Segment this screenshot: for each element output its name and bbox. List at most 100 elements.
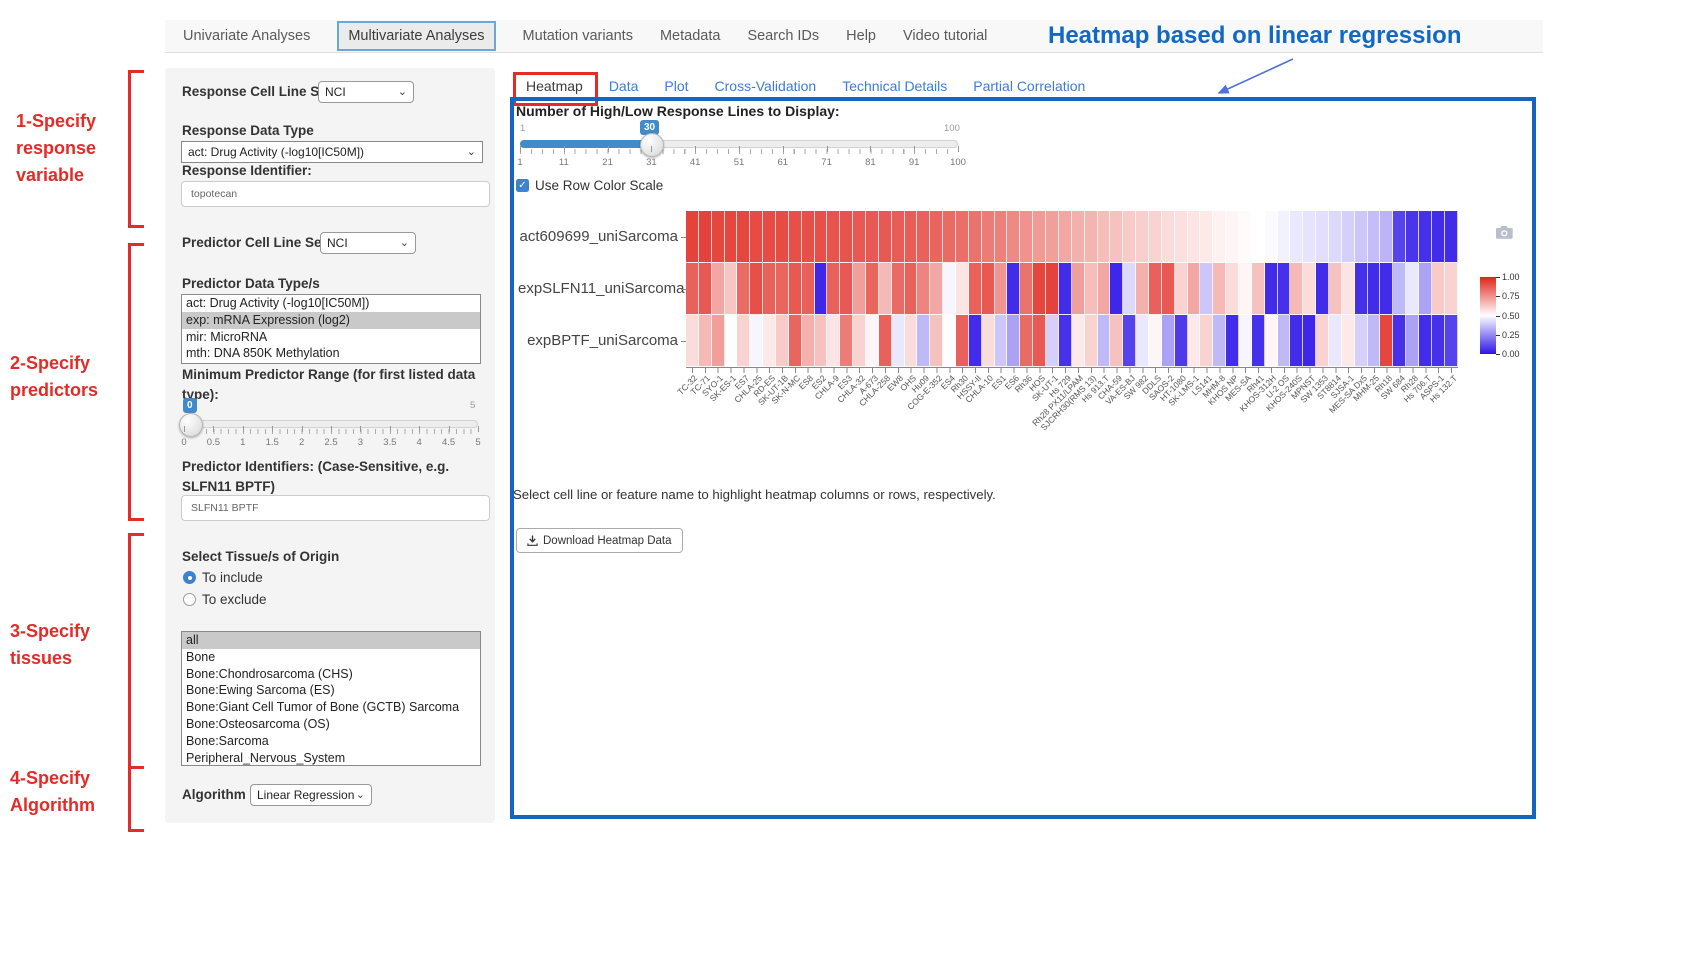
- row-color-scale-checkbox[interactable]: ✓: [516, 179, 529, 192]
- heatmap-cell[interactable]: [1020, 211, 1033, 263]
- heatmap-cell[interactable]: [1252, 315, 1265, 367]
- heatmap-cell[interactable]: [1380, 263, 1393, 315]
- to-exclude-radio[interactable]: [183, 593, 196, 606]
- heatmap-cell[interactable]: [827, 315, 840, 367]
- heatmap-cell[interactable]: [1110, 211, 1123, 263]
- heatmap-cell[interactable]: [1355, 263, 1368, 315]
- heatmap-cell[interactable]: [1419, 211, 1432, 263]
- heatmap-cell[interactable]: [1046, 315, 1059, 367]
- heatmap-cell[interactable]: [1085, 263, 1098, 315]
- nav-item-mutation-variants[interactable]: Mutation variants: [523, 28, 633, 44]
- heatmap-cell[interactable]: [1239, 263, 1252, 315]
- heatmap-row-label[interactable]: expSLFN11_uniSarcoma: [518, 280, 678, 297]
- tissues-listbox[interactable]: allBoneBone:Chondrosarcoma (CHS)Bone:Ewi…: [181, 631, 481, 766]
- heatmap-cell[interactable]: [1123, 315, 1136, 367]
- heatmap-cell[interactable]: [1162, 211, 1175, 263]
- heatmap-cell[interactable]: [1020, 315, 1033, 367]
- heatmap-cell[interactable]: [840, 263, 853, 315]
- heatmap-cell[interactable]: [712, 263, 725, 315]
- predictor-cell-line-set-select[interactable]: NCI ⌄: [320, 232, 416, 254]
- heatmap-cell[interactable]: [815, 263, 828, 315]
- tab-heatmap[interactable]: Heatmap: [526, 78, 583, 94]
- heatmap-cell[interactable]: [827, 211, 840, 263]
- heatmap-cell[interactable]: [1188, 211, 1201, 263]
- heatmap-cell[interactable]: [789, 263, 802, 315]
- heatmap-cell[interactable]: [802, 211, 815, 263]
- heatmap-cell[interactable]: [1136, 263, 1149, 315]
- heatmap-cell[interactable]: [917, 211, 930, 263]
- heatmap-cell[interactable]: [725, 315, 738, 367]
- heatmap-cell[interactable]: [1149, 211, 1162, 263]
- heatmap-cell[interactable]: [982, 315, 995, 367]
- heatmap-cell[interactable]: [1123, 263, 1136, 315]
- nav-item-metadata[interactable]: Metadata: [660, 28, 720, 44]
- heatmap-cell[interactable]: [1303, 315, 1316, 367]
- heatmap-cell[interactable]: [1033, 263, 1046, 315]
- heatmap-cell[interactable]: [699, 263, 712, 315]
- heatmap-cell[interactable]: [1368, 263, 1381, 315]
- heatmap-cell[interactable]: [1110, 315, 1123, 367]
- heatmap-cell[interactable]: [1226, 315, 1239, 367]
- predictor-data-type-option[interactable]: act: Drug Activity (-log10[IC50M]): [182, 295, 480, 312]
- heatmap-cell[interactable]: [853, 211, 866, 263]
- heatmap-cell[interactable]: [1290, 263, 1303, 315]
- heatmap-cell[interactable]: [1226, 263, 1239, 315]
- heatmap-cell[interactable]: [1007, 211, 1020, 263]
- heatmap-cell[interactable]: [789, 315, 802, 367]
- heatmap-cell[interactable]: [1406, 211, 1419, 263]
- heatmap-cell[interactable]: [1046, 211, 1059, 263]
- heatmap-cell[interactable]: [1200, 211, 1213, 263]
- heatmap-cell[interactable]: [1290, 315, 1303, 367]
- heatmap-cell[interactable]: [969, 211, 982, 263]
- heatmap-cell[interactable]: [930, 263, 943, 315]
- heatmap-cell[interactable]: [1393, 263, 1406, 315]
- heatmap-cell[interactable]: [763, 315, 776, 367]
- heatmap-cell[interactable]: [1329, 211, 1342, 263]
- heatmap-cell[interactable]: [853, 263, 866, 315]
- heatmap-cell[interactable]: [917, 315, 930, 367]
- heatmap-cell[interactable]: [1136, 315, 1149, 367]
- heatmap-cell[interactable]: [712, 315, 725, 367]
- heatmap-cell[interactable]: [943, 263, 956, 315]
- heatmap-cell[interactable]: [840, 211, 853, 263]
- heatmap-cell[interactable]: [866, 263, 879, 315]
- heatmap-cell[interactable]: [737, 211, 750, 263]
- heatmap-cell[interactable]: [750, 263, 763, 315]
- heatmap-cell[interactable]: [1085, 315, 1098, 367]
- heatmap-cell[interactable]: [956, 211, 969, 263]
- tissue-option[interactable]: Bone: [182, 649, 480, 666]
- heatmap-cell[interactable]: [1213, 263, 1226, 315]
- heatmap-cell[interactable]: [1290, 211, 1303, 263]
- heatmap-cell[interactable]: [1278, 211, 1291, 263]
- heatmap-row-label[interactable]: act609699_uniSarcoma: [518, 228, 678, 245]
- heatmap-cell[interactable]: [1252, 263, 1265, 315]
- tissue-option[interactable]: Bone:Chondrosarcoma (CHS): [182, 666, 480, 683]
- heatmap-cell[interactable]: [1419, 315, 1432, 367]
- heatmap-cell[interactable]: [1033, 315, 1046, 367]
- tissue-option[interactable]: Bone:Sarcoma: [182, 733, 480, 750]
- heatmap-cell[interactable]: [776, 263, 789, 315]
- response-identifier-input[interactable]: topotecan: [181, 181, 490, 207]
- heatmap-cell[interactable]: [789, 211, 802, 263]
- heatmap-cell[interactable]: [712, 211, 725, 263]
- heatmap-cell[interactable]: [866, 211, 879, 263]
- nav-item-multivariate-analyses[interactable]: Multivariate Analyses: [337, 21, 495, 51]
- heatmap-cell[interactable]: [1072, 211, 1085, 263]
- heatmap-cell[interactable]: [1136, 211, 1149, 263]
- heatmap-cell[interactable]: [699, 211, 712, 263]
- heatmap-cell[interactable]: [1188, 315, 1201, 367]
- heatmap-cell[interactable]: [1445, 315, 1458, 367]
- heatmap-cell[interactable]: [1380, 315, 1393, 367]
- predictor-data-type-option[interactable]: mir: MicroRNA: [182, 329, 480, 346]
- tissue-option[interactable]: all: [182, 632, 480, 649]
- heatmap-cell[interactable]: [1162, 315, 1175, 367]
- heatmap-cell[interactable]: [892, 263, 905, 315]
- heatmap-cell[interactable]: [1265, 263, 1278, 315]
- heatmap-cell[interactable]: [1175, 211, 1188, 263]
- heatmap-cell[interactable]: [1149, 315, 1162, 367]
- heatmap-cell[interactable]: [725, 263, 738, 315]
- tab-plot[interactable]: Plot: [664, 78, 688, 94]
- heatmap-cell[interactable]: [1329, 315, 1342, 367]
- heatmap-cell[interactable]: [1046, 263, 1059, 315]
- heatmap-cell[interactable]: [840, 315, 853, 367]
